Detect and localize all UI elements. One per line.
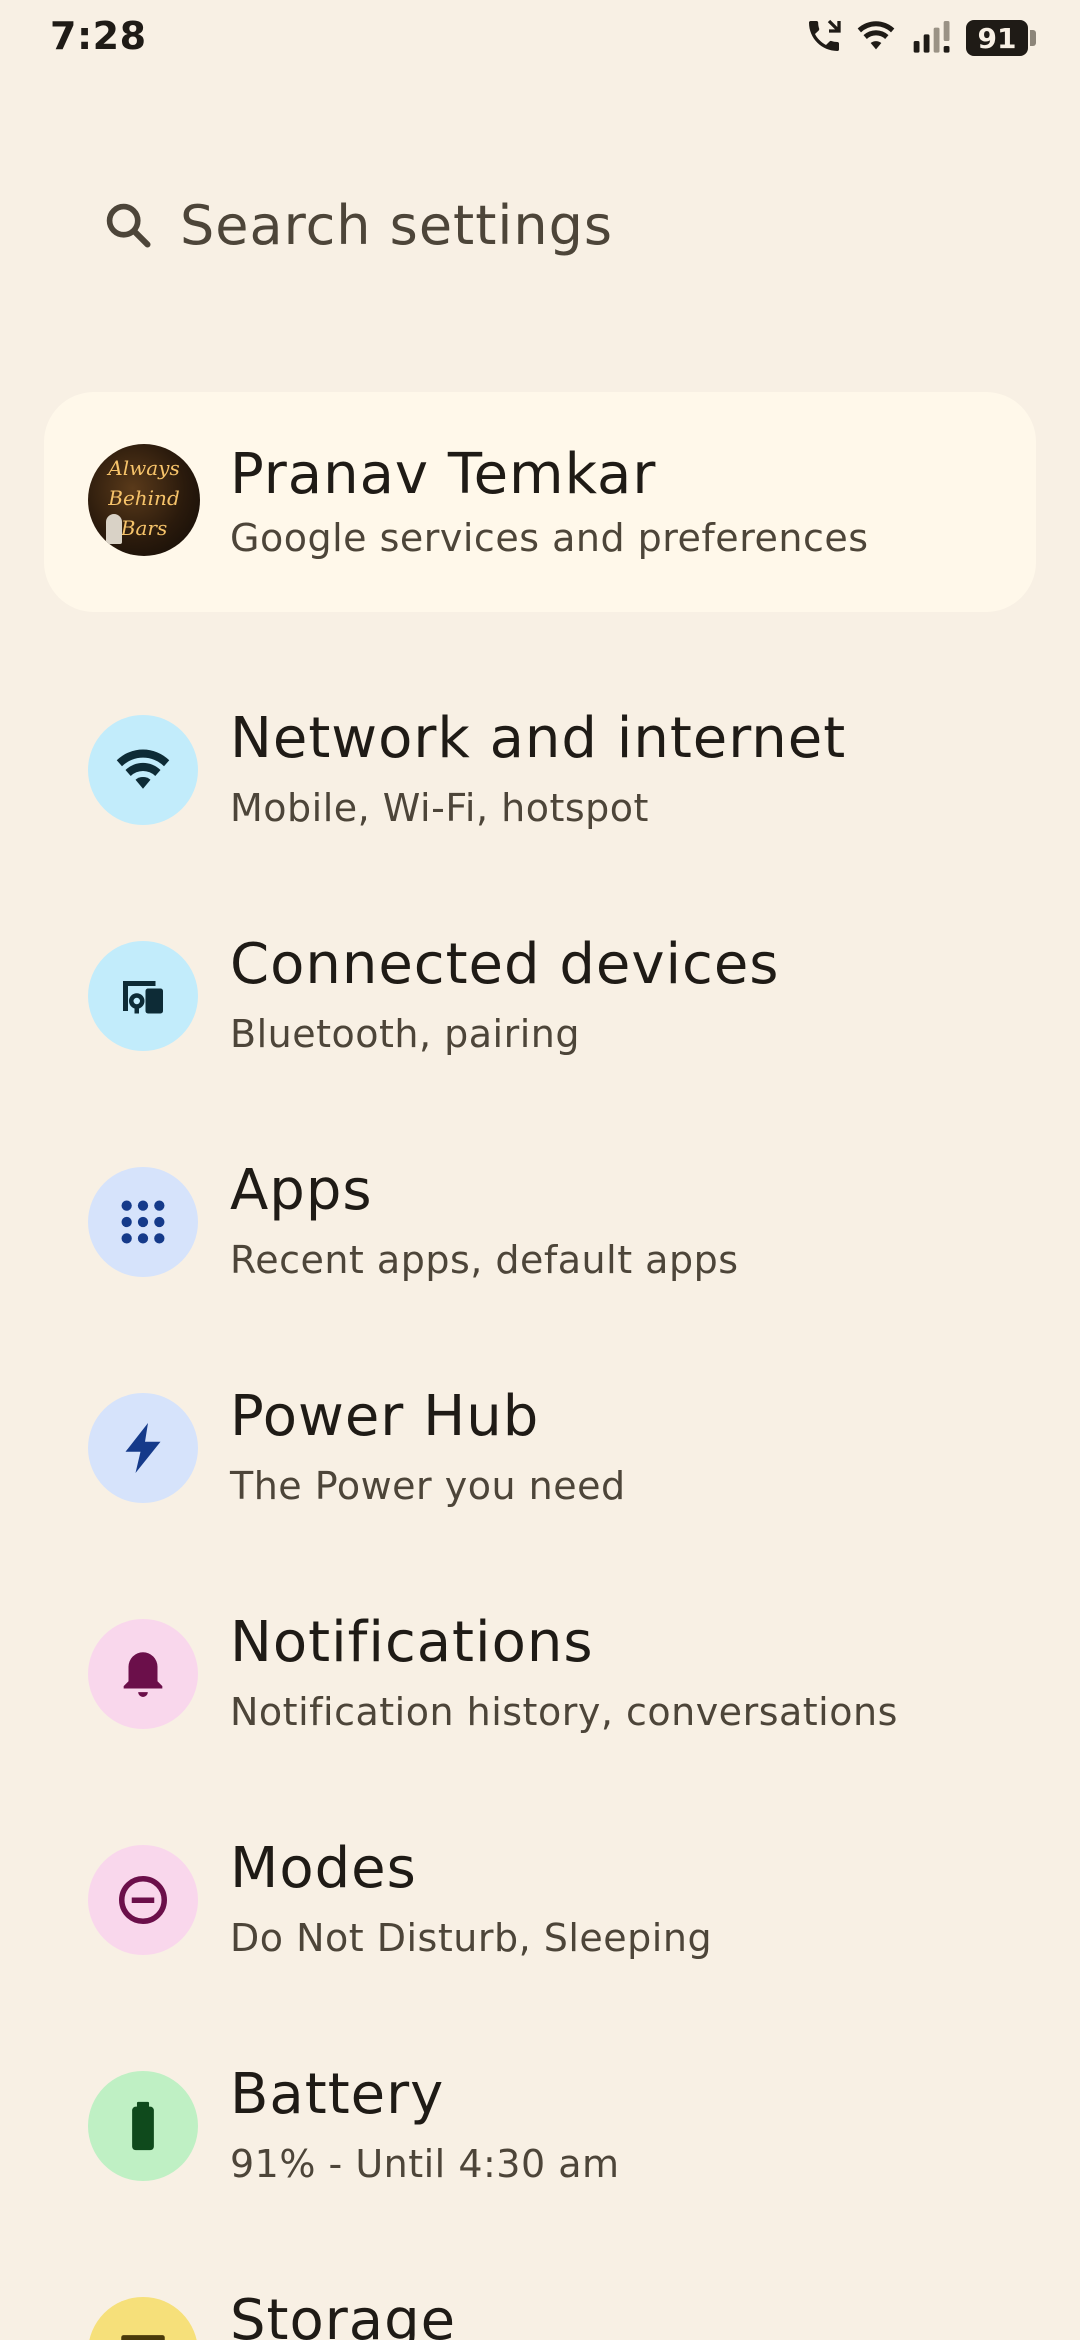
account-subtitle: Google services and preferences xyxy=(230,516,869,560)
devices-icon xyxy=(88,941,198,1051)
setting-storage[interactable]: Storage xyxy=(0,2252,1080,2340)
modes-icon xyxy=(88,1845,198,1955)
wifi-icon xyxy=(88,715,198,825)
storage-icon xyxy=(88,2297,198,2340)
bell-icon xyxy=(88,1619,198,1729)
setting-title: Battery xyxy=(230,2062,445,2127)
account-card[interactable]: Always Behind Bars Pranav Temkar Google … xyxy=(44,392,1036,612)
setting-subtitle: Mobile, Wi-Fi, hotspot xyxy=(230,786,649,830)
setting-apps[interactable]: Apps Recent apps, default apps xyxy=(0,1122,1080,1322)
setting-modes[interactable]: Modes Do Not Disturb, Sleeping xyxy=(0,1800,1080,2000)
call-icon xyxy=(804,16,844,60)
apps-grid-icon xyxy=(88,1167,198,1277)
search-icon xyxy=(100,197,156,253)
setting-title: Modes xyxy=(230,1836,417,1901)
setting-subtitle: 91% - Until 4:30 am xyxy=(230,2142,620,2186)
setting-title: Connected devices xyxy=(230,932,780,997)
wifi-icon xyxy=(854,16,898,60)
status-bar: 7:28 91 xyxy=(0,0,1080,72)
setting-network[interactable]: Network and internet Mobile, Wi-Fi, hots… xyxy=(0,670,1080,870)
bolt-icon xyxy=(88,1393,198,1503)
setting-title: Apps xyxy=(230,1158,373,1223)
battery-tip xyxy=(1030,30,1036,46)
settings-screen: 7:28 91 Search settings Always Behind Ba… xyxy=(0,0,1080,2340)
status-icons: 91 xyxy=(804,18,1036,58)
battery-icon: 91 xyxy=(966,20,1028,56)
search-bar[interactable]: Search settings xyxy=(100,180,1000,270)
avatar-figure xyxy=(106,514,122,544)
setting-title: Network and internet xyxy=(230,706,847,771)
account-name: Pranav Temkar xyxy=(230,442,657,507)
avatar-text-line: Always xyxy=(108,456,180,480)
status-time: 7:28 xyxy=(50,14,147,58)
signal-icon xyxy=(908,16,956,60)
setting-title: Power Hub xyxy=(230,1384,540,1449)
setting-subtitle: The Power you need xyxy=(230,1464,626,1508)
setting-title: Notifications xyxy=(230,1610,594,1675)
avatar-text-line: Behind xyxy=(108,486,180,510)
setting-subtitle: Do Not Disturb, Sleeping xyxy=(230,1916,713,1960)
setting-battery[interactable]: Battery 91% - Until 4:30 am xyxy=(0,2026,1080,2226)
battery-level: 91 xyxy=(977,21,1017,55)
setting-subtitle: Bluetooth, pairing xyxy=(230,1012,580,1056)
setting-subtitle: Notification history, conversations xyxy=(230,1690,898,1734)
battery-icon xyxy=(88,2071,198,2181)
setting-subtitle: Recent apps, default apps xyxy=(230,1238,739,1282)
setting-power-hub[interactable]: Power Hub The Power you need xyxy=(0,1348,1080,1548)
setting-title: Storage xyxy=(230,2288,457,2340)
avatar: Always Behind Bars xyxy=(88,444,200,556)
search-placeholder: Search settings xyxy=(180,193,614,257)
setting-connected-devices[interactable]: Connected devices Bluetooth, pairing xyxy=(0,896,1080,1096)
setting-notifications[interactable]: Notifications Notification history, conv… xyxy=(0,1574,1080,1774)
